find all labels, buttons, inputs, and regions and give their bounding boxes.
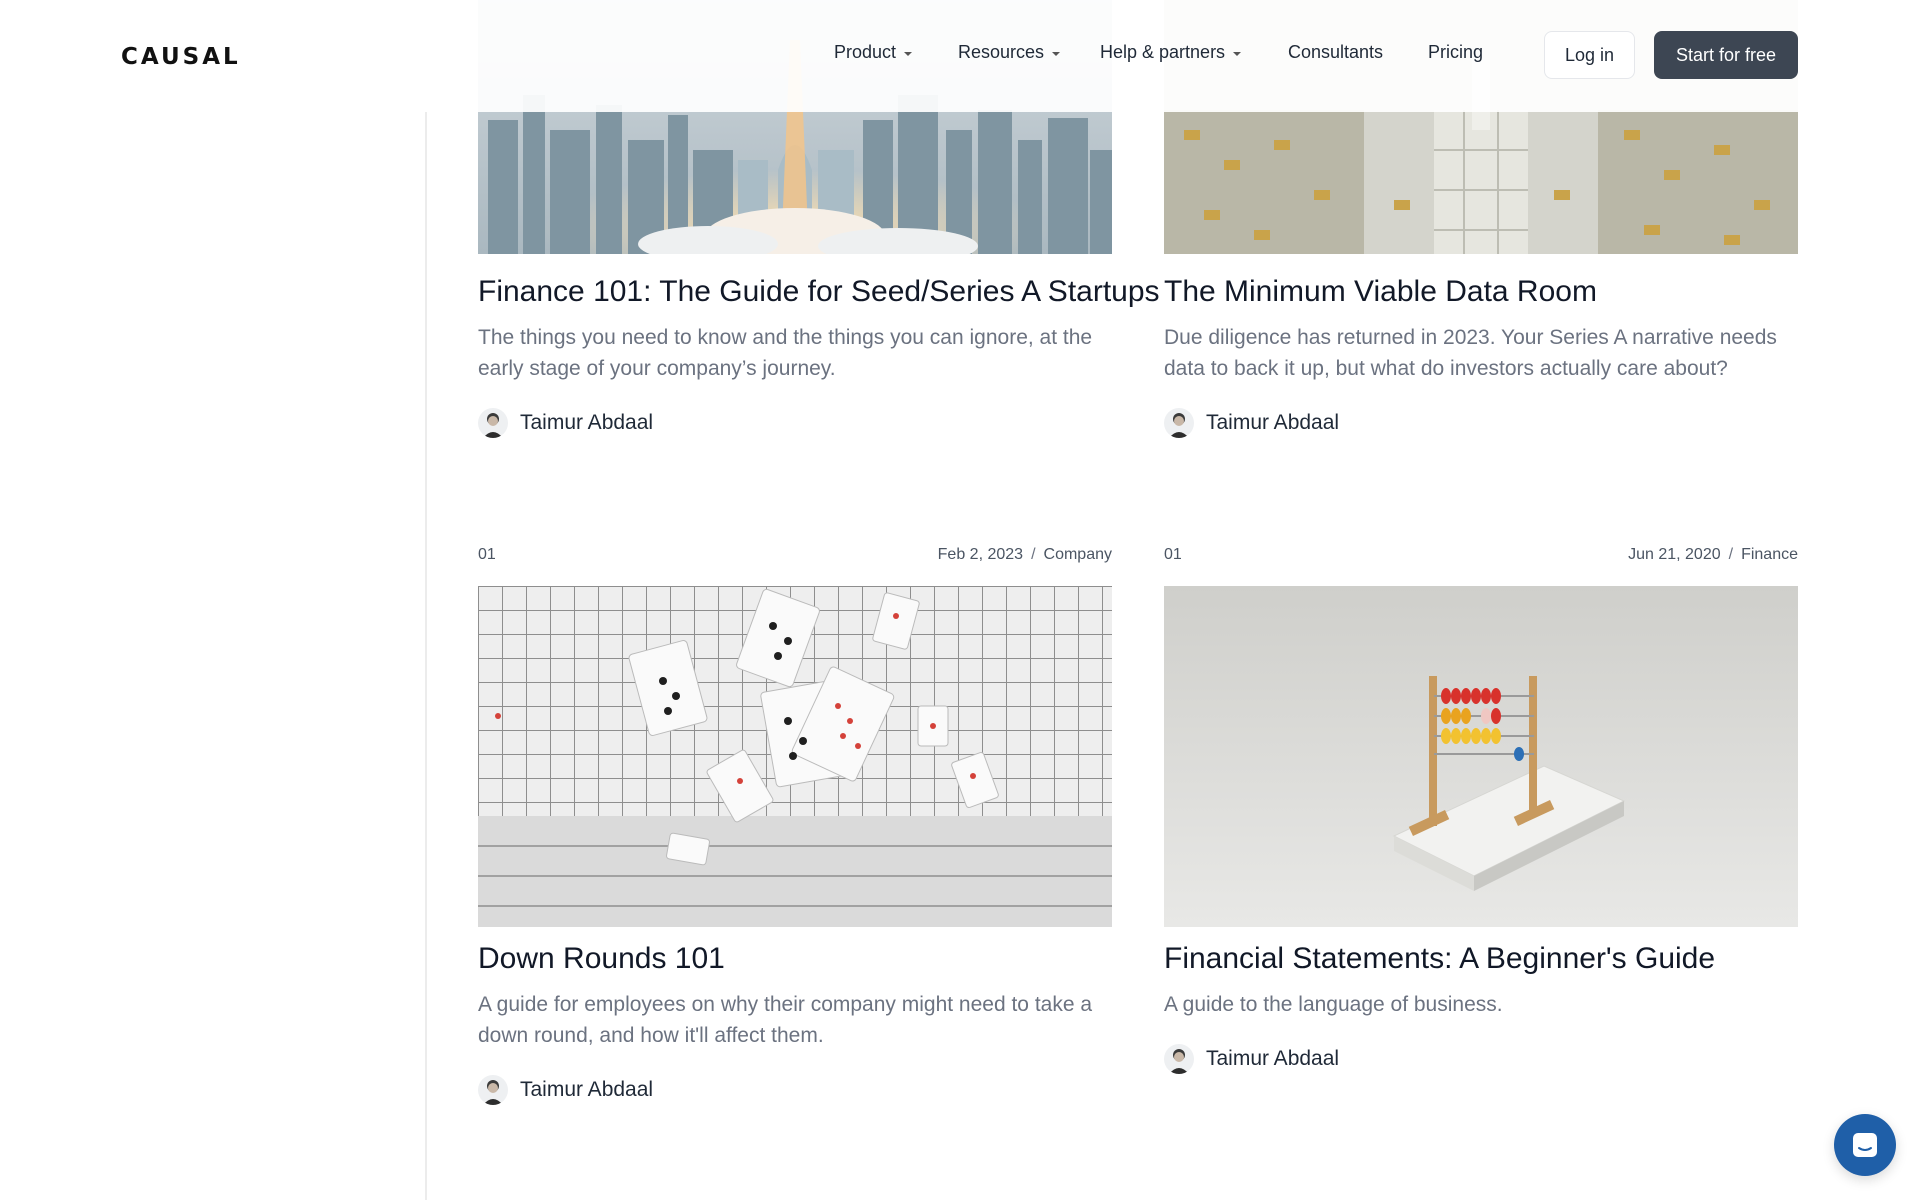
author-name: Taimur Abdaal [1206, 1047, 1340, 1070]
card-image-abacus[interactable] [1164, 586, 1798, 927]
author-name: Taimur Abdaal [1206, 411, 1340, 434]
nav-product[interactable]: Product [834, 42, 913, 63]
author-name: Taimur Abdaal [520, 411, 654, 434]
nav-pricing[interactable]: Pricing [1428, 42, 1483, 63]
card-author: Taimur Abdaal [478, 408, 653, 438]
site-header: CAUSAL Product Resources Help & partners… [0, 0, 1920, 112]
card-meta: 01 Jun 21, 2020 / Finance [1164, 546, 1798, 570]
card-title[interactable]: Financial Statements: A Beginner's Guide [1164, 942, 1715, 976]
chat-launcher-button[interactable] [1834, 1114, 1896, 1176]
card-category[interactable]: Finance [1741, 546, 1798, 564]
card-category[interactable]: Company [1044, 546, 1112, 564]
article-card-financial-statements[interactable]: 01 Jun 21, 2020 / Finance Financial Stat… [1164, 546, 1798, 1086]
nav-resources-label: Resources [958, 42, 1045, 62]
card-title[interactable]: Finance 101: The Guide for Seed/Series A… [478, 275, 1160, 309]
card-author: Taimur Abdaal [1164, 1044, 1339, 1074]
card-date: Feb 2, 2023 [937, 546, 1024, 563]
author-avatar [1164, 1044, 1194, 1074]
chevron-down-icon [1233, 51, 1242, 56]
author-avatar [478, 1075, 508, 1105]
login-button[interactable]: Log in [1544, 31, 1635, 79]
nav-consultants[interactable]: Consultants [1288, 42, 1383, 63]
card-date: Jun 21, 2020 [1628, 546, 1721, 563]
card-image-falling-cards[interactable] [478, 586, 1112, 927]
card-number: 01 [1164, 546, 1182, 563]
card-title[interactable]: Down Rounds 101 [478, 942, 725, 976]
left-column-divider [425, 112, 427, 1200]
card-title[interactable]: The Minimum Viable Data Room [1164, 275, 1597, 309]
author-name: Taimur Abdaal [520, 1078, 654, 1101]
card-description: The things you need to know and the thin… [478, 326, 1093, 380]
card-number: 01 [478, 546, 496, 563]
card-description: A guide to the language of business. [1164, 993, 1503, 1016]
card-description: Due diligence has returned in 2023. Your… [1164, 326, 1777, 380]
meta-separator: / [1728, 546, 1734, 563]
card-author: Taimur Abdaal [1164, 408, 1339, 438]
nav-product-label: Product [834, 42, 897, 62]
nav-resources[interactable]: Resources [958, 42, 1061, 63]
causal-logo[interactable]: CAUSAL [121, 44, 241, 70]
nav-help-partners[interactable]: Help & partners [1100, 42, 1242, 63]
card-meta: 01 Feb 2, 2023 / Company [478, 546, 1112, 570]
meta-separator: / [1031, 546, 1036, 563]
card-author: Taimur Abdaal [478, 1075, 653, 1105]
chat-icon [1853, 1133, 1877, 1157]
chevron-down-icon [904, 51, 913, 56]
start-for-free-button[interactable]: Start for free [1654, 31, 1798, 79]
nav-consultants-label: Consultants [1288, 42, 1384, 62]
nav-help-partners-label: Help & partners [1100, 42, 1226, 62]
chevron-down-icon [1052, 51, 1061, 56]
author-avatar [1164, 408, 1194, 438]
card-description: A guide for employees on why their compa… [478, 993, 1093, 1047]
nav-pricing-label: Pricing [1428, 42, 1484, 62]
article-card-down-rounds[interactable]: 01 Feb 2, 2023 / Company Down Rounds 101… [478, 546, 1112, 1116]
author-avatar [478, 408, 508, 438]
